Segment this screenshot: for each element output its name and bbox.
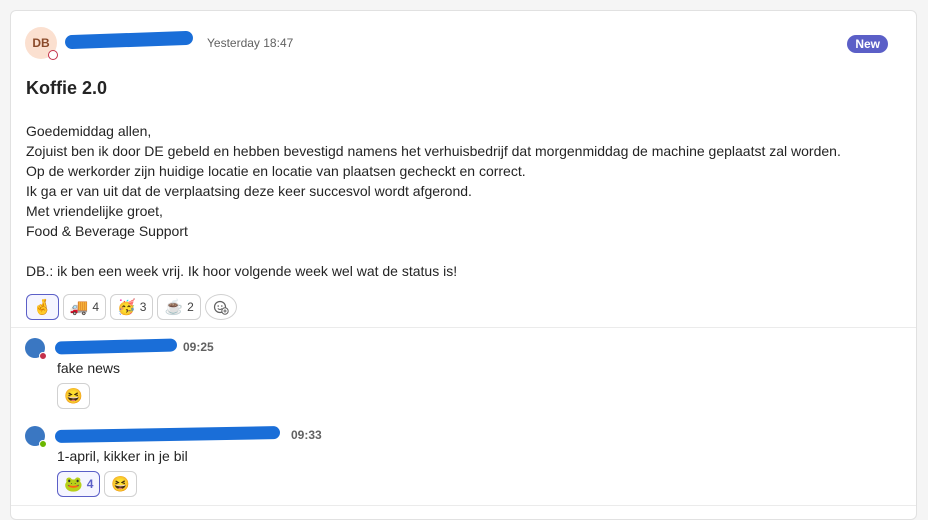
reaction-laughing[interactable]: 😆 bbox=[104, 471, 138, 497]
reaction-coffee[interactable]: ☕ 2 bbox=[157, 294, 201, 320]
reply-item: 09:33 1-april, kikker in je bil 🐸 4 😆 bbox=[25, 426, 885, 506]
presence-available-icon bbox=[39, 440, 47, 448]
coffee-icon: ☕ bbox=[164, 299, 184, 316]
reply-reactions: 🐸 4 😆 bbox=[57, 471, 138, 497]
reply-timestamp: 09:33 bbox=[291, 428, 322, 442]
party-face-icon: 🥳 bbox=[117, 299, 136, 316]
laughing-face-icon: 😆 bbox=[64, 388, 83, 405]
avatar-initials: DB bbox=[32, 36, 50, 50]
body-line: Op de werkorder zijn huidige locatie en … bbox=[26, 163, 526, 179]
author-name[interactable] bbox=[64, 30, 199, 51]
crossed-fingers-icon: 🤞 bbox=[33, 299, 52, 316]
post-timestamp: Yesterday 18:47 bbox=[207, 36, 294, 50]
redaction-mark bbox=[64, 30, 194, 50]
body-line: Food & Beverage Support bbox=[26, 223, 188, 239]
reaction-delivery-truck[interactable]: 🚚 4 bbox=[62, 294, 107, 320]
reaction-count: 4 bbox=[92, 300, 100, 314]
reply-author-name[interactable] bbox=[54, 426, 281, 443]
new-badge: New bbox=[847, 35, 888, 53]
divider bbox=[11, 505, 916, 506]
body-line bbox=[26, 241, 841, 261]
reply-reactions: 😆 bbox=[57, 383, 90, 409]
reaction-frog[interactable]: 🐸 4 bbox=[57, 471, 101, 497]
avatar[interactable]: DB bbox=[25, 27, 58, 60]
reply-text: 1-april, kikker in je bil bbox=[57, 448, 188, 464]
reaction-crossed-fingers[interactable]: 🤞 bbox=[26, 294, 59, 320]
presence-busy-icon bbox=[39, 352, 47, 360]
add-reaction-icon bbox=[213, 300, 229, 315]
redaction-mark bbox=[54, 426, 281, 443]
redaction-mark bbox=[54, 338, 178, 355]
reply-timestamp: 09:25 bbox=[183, 340, 214, 354]
presence-offline-icon bbox=[48, 50, 58, 60]
reply-item: 09:25 fake news 😆 bbox=[25, 338, 885, 418]
frog-icon: 🐸 bbox=[64, 476, 83, 493]
body-line: Ik ga er van uit dat de verplaatsing dez… bbox=[26, 183, 472, 199]
body-line: DB.: ik ben een week vrij. Ik hoor volge… bbox=[26, 263, 458, 279]
divider bbox=[11, 327, 916, 328]
post-subject: Koffie 2.0 bbox=[26, 78, 108, 98]
post-reactions: 🤞 🚚 4 🥳 3 ☕ 2 bbox=[26, 294, 237, 320]
post-header: DB Yesterday 18:47 New bbox=[25, 27, 902, 60]
reaction-count: 3 bbox=[139, 300, 147, 314]
delivery-truck-icon: 🚚 bbox=[69, 299, 89, 316]
post-body: Goedemiddag allen, Zojuist ben ik door D… bbox=[26, 121, 841, 281]
reaction-count: 4 bbox=[86, 477, 94, 491]
reaction-party-face[interactable]: 🥳 3 bbox=[110, 294, 154, 320]
reply-text: fake news bbox=[57, 360, 121, 376]
body-line: Goedemiddag allen, bbox=[26, 123, 152, 139]
reaction-laughing[interactable]: 😆 bbox=[57, 383, 90, 409]
reply-author-name[interactable] bbox=[54, 338, 178, 355]
body-line: Met vriendelijke groet, bbox=[26, 203, 163, 219]
post-card: DB Yesterday 18:47 New Koffie 2.0 Goedem… bbox=[10, 10, 917, 520]
laughing-face-icon: 😆 bbox=[111, 476, 131, 493]
reaction-count: 2 bbox=[187, 300, 194, 314]
avatar[interactable] bbox=[25, 426, 47, 448]
add-reaction-button[interactable] bbox=[204, 294, 237, 320]
avatar[interactable] bbox=[25, 338, 47, 360]
body-line: Zojuist ben ik door DE gebeld en hebben … bbox=[26, 143, 841, 159]
